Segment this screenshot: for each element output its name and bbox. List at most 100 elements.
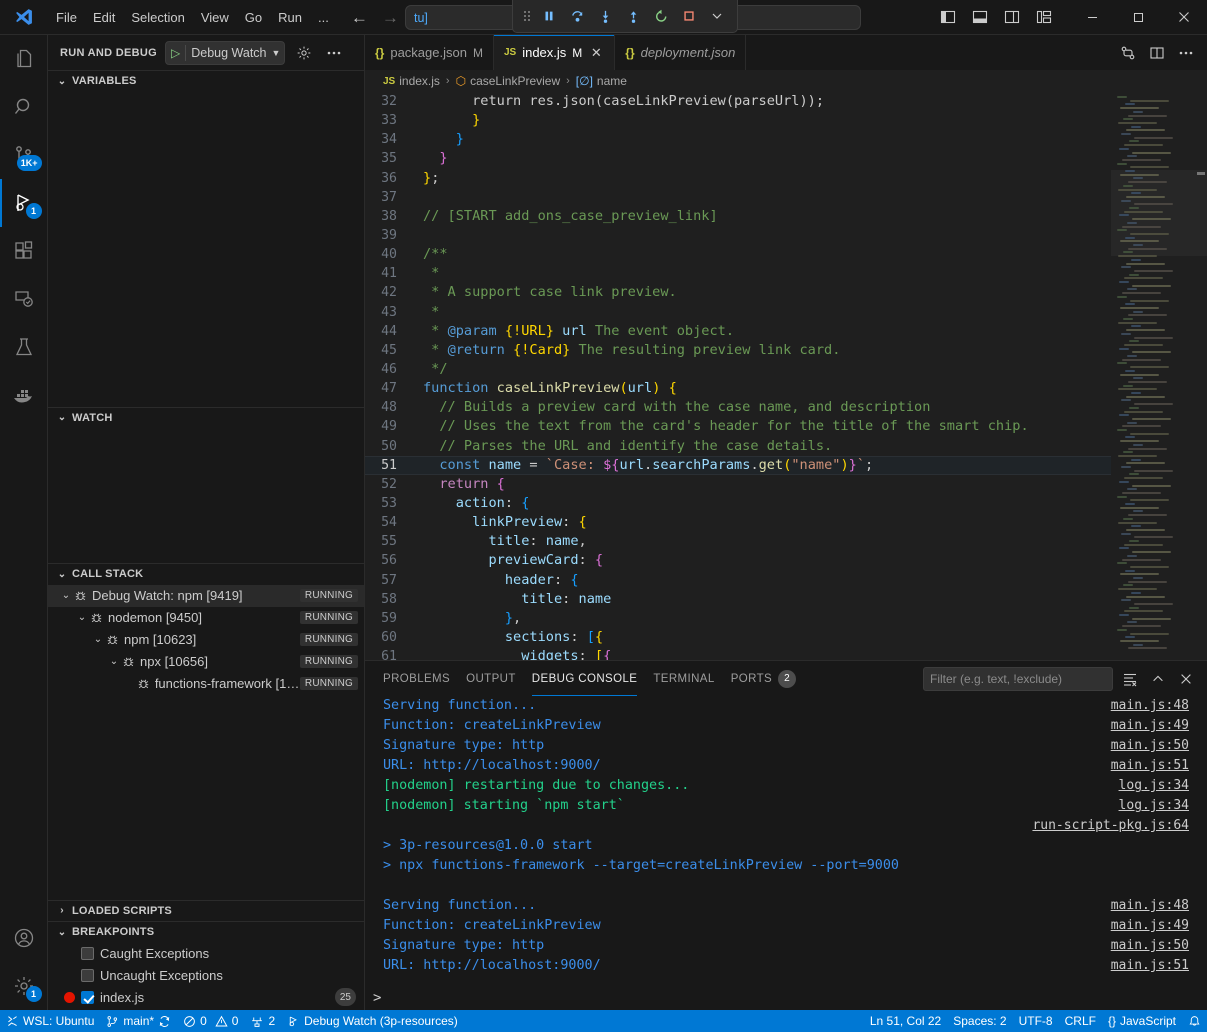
call-stack-row[interactable]: ⌄npx [10656]RUNNING: [48, 651, 364, 673]
maximize-panel-icon[interactable]: [1147, 668, 1169, 690]
console-source-link[interactable]: main.js:48: [1111, 896, 1189, 916]
console-line[interactable]: Signature type: httpmain.js:50: [365, 736, 1207, 756]
chevron-down-icon[interactable]: ⌄: [74, 612, 90, 623]
activity-item-explorer[interactable]: [0, 35, 48, 83]
window-maximize-button[interactable]: [1115, 0, 1161, 35]
activity-item-accounts[interactable]: [0, 914, 48, 962]
status-remote-host[interactable]: WSL: Ubuntu: [0, 1010, 100, 1032]
status-encoding[interactable]: UTF-8: [1013, 1010, 1059, 1032]
code-line[interactable]: 54 linkPreview: {: [365, 513, 1111, 532]
activity-item-search[interactable]: [0, 83, 48, 131]
debug-step-into-button[interactable]: [592, 4, 618, 29]
debug-config-selector[interactable]: ▷ Debug Watch ▼: [165, 41, 285, 65]
breakpoint-checkbox[interactable]: [81, 947, 94, 960]
code-line[interactable]: 32 return res.json(caseLinkPreview(parse…: [365, 92, 1111, 111]
console-line[interactable]: Function: createLinkPreviewmain.js:49: [365, 716, 1207, 736]
tab-debug-console[interactable]: DEBUG CONSOLE: [532, 661, 638, 696]
tab-output[interactable]: OUTPUT: [466, 661, 516, 696]
status-git-branch[interactable]: main*: [100, 1010, 177, 1032]
breadcrumb-file[interactable]: JS index.js: [383, 74, 440, 88]
editor-tab[interactable]: {}package.jsonM: [365, 35, 494, 70]
console-line[interactable]: [nodemon] restarting due to changes...lo…: [365, 776, 1207, 796]
console-filter-box[interactable]: [923, 667, 1113, 691]
section-header-call-stack[interactable]: ⌄ CALL STACK: [48, 563, 364, 584]
status-notifications[interactable]: [1182, 1010, 1207, 1032]
console-line[interactable]: Signature type: httpmain.js:50: [365, 936, 1207, 956]
chevron-down-icon[interactable]: ▼: [272, 48, 281, 58]
breadcrumb-symbol-class[interactable]: ⬡ caseLinkPreview: [456, 74, 561, 88]
console-line[interactable]: URL: http://localhost:9000/main.js:51: [365, 756, 1207, 776]
status-ports-forwarded[interactable]: 2: [244, 1010, 281, 1032]
code-line[interactable]: 41 *: [365, 264, 1111, 283]
toggle-panel-icon[interactable]: [965, 4, 995, 30]
breakpoint-checkbox[interactable]: [81, 991, 94, 1004]
status-indentation[interactable]: Spaces: 2: [947, 1010, 1012, 1032]
menu-file[interactable]: File: [48, 7, 85, 28]
code-line[interactable]: 50 // Parses the URL and identify the ca…: [365, 437, 1111, 456]
menu-selection[interactable]: Selection: [123, 7, 192, 28]
call-stack-row[interactable]: ⌄Debug Watch: npm [9419]RUNNING: [48, 585, 364, 607]
customize-layout-icon[interactable]: [1029, 4, 1059, 30]
close-tab-icon[interactable]: ✕: [588, 45, 604, 61]
breakpoint-row[interactable]: index.js25: [48, 986, 364, 1008]
code-line[interactable]: 38// [START add_ons_case_preview_link]: [365, 207, 1111, 226]
menu-go[interactable]: Go: [237, 7, 270, 28]
activity-item-settings[interactable]: 1: [0, 962, 48, 1010]
debug-step-out-button[interactable]: [620, 4, 646, 29]
activity-item-testing[interactable]: [0, 323, 48, 371]
code-line[interactable]: 33 }: [365, 111, 1111, 130]
debug-restart-button[interactable]: [648, 4, 674, 29]
console-line[interactable]: Serving function...main.js:48: [365, 696, 1207, 716]
code-line[interactable]: 37: [365, 188, 1111, 207]
code-line[interactable]: 56 previewCard: {: [365, 551, 1111, 570]
code-line[interactable]: 55 title: name,: [365, 532, 1111, 551]
console-line[interactable]: Function: createLinkPreviewmain.js:49: [365, 916, 1207, 936]
tab-problems[interactable]: PROBLEMS: [383, 661, 450, 696]
console-line[interactable]: run-script-pkg.js:64: [365, 816, 1207, 836]
console-line[interactable]: > npx functions-framework --target=creat…: [365, 856, 1207, 876]
status-eol[interactable]: CRLF: [1059, 1010, 1102, 1032]
console-source-link[interactable]: main.js:50: [1111, 936, 1189, 956]
breakpoint-checkbox[interactable]: [81, 969, 94, 982]
section-header-breakpoints[interactable]: ⌄ BREAKPOINTS: [48, 921, 364, 942]
code-line[interactable]: 48 // Builds a preview card with the cas…: [365, 398, 1111, 417]
debug-pause-button[interactable]: [536, 4, 562, 29]
code-line[interactable]: 58 title: name: [365, 590, 1111, 609]
toggle-secondary-sidebar-icon[interactable]: [997, 4, 1027, 30]
debug-console-input-row[interactable]: >: [365, 986, 1207, 1010]
window-minimize-button[interactable]: [1069, 0, 1115, 35]
code-line[interactable]: 61 widgets: [{: [365, 647, 1111, 660]
code-line[interactable]: 44 * @param {!URL} url The event object.: [365, 322, 1111, 341]
code-line[interactable]: 34 }: [365, 130, 1111, 149]
status-debug-session[interactable]: Debug Watch (3p-resources): [281, 1010, 464, 1032]
console-source-link[interactable]: main.js:48: [1111, 696, 1189, 716]
code-line[interactable]: 40/**: [365, 245, 1111, 264]
call-stack-row[interactable]: functions-framework [106...RUNNING: [48, 673, 364, 695]
code-line[interactable]: 52 return {: [365, 475, 1111, 494]
editor-scrollbar[interactable]: [1193, 92, 1207, 660]
code-line[interactable]: 36};: [365, 169, 1111, 188]
menu-run[interactable]: Run: [270, 7, 310, 28]
window-close-button[interactable]: [1161, 0, 1207, 35]
debug-stop-button[interactable]: [676, 4, 702, 29]
status-cursor-position[interactable]: Ln 51, Col 22: [864, 1010, 947, 1032]
breadcrumb-symbol-variable[interactable]: [∅] name: [576, 74, 627, 88]
code-lines[interactable]: 32 return res.json(caseLinkPreview(parse…: [365, 92, 1111, 660]
status-language-mode[interactable]: {} JavaScript: [1102, 1010, 1182, 1032]
code-line[interactable]: 60 sections: [{: [365, 628, 1111, 647]
debug-step-over-button[interactable]: [564, 4, 590, 29]
section-header-loaded-scripts[interactable]: › LOADED SCRIPTS: [48, 900, 364, 921]
console-source-link[interactable]: main.js:51: [1111, 756, 1189, 776]
console-line[interactable]: URL: http://localhost:9000/main.js:51: [365, 956, 1207, 976]
console-source-link[interactable]: log.js:34: [1119, 796, 1189, 816]
console-source-link[interactable]: run-script-pkg.js:64: [1032, 816, 1189, 836]
code-line[interactable]: 46 */: [365, 360, 1111, 379]
activity-item-run-and-debug[interactable]: 1: [0, 179, 48, 227]
code-line[interactable]: 42 * A support case link preview.: [365, 283, 1111, 302]
code-line[interactable]: 39: [365, 226, 1111, 245]
activity-item-docker[interactable]: [0, 371, 48, 419]
tab-ports[interactable]: PORTS 2: [731, 661, 796, 696]
variables-pane[interactable]: [48, 91, 364, 406]
debug-console-output[interactable]: Serving function...main.js:48Function: c…: [365, 696, 1207, 986]
console-filter-input[interactable]: [930, 672, 1106, 686]
